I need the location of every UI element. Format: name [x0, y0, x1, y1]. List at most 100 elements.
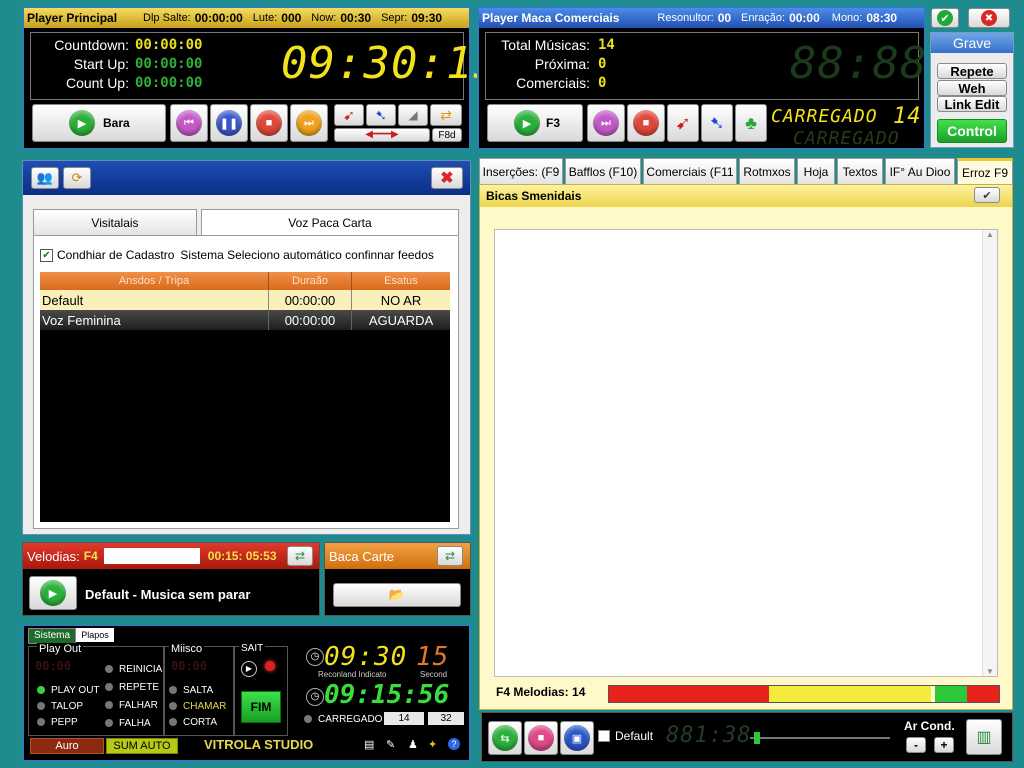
folder-icon: 📂	[388, 587, 406, 602]
arrow-red-button[interactable]: ➹	[334, 104, 364, 126]
column-header[interactable]: Ansdos / Tripa	[40, 272, 269, 290]
volume-thumb[interactable]	[754, 732, 760, 744]
sum-auto-button[interactable]: SUM AUTO	[106, 738, 178, 754]
next-button[interactable]: ⏭	[290, 104, 328, 142]
weh-button[interactable]: Weh	[937, 80, 1007, 96]
tab-bafflos[interactable]: Bafflos (F10)	[565, 158, 641, 184]
swap-button[interactable]: ⇄	[430, 104, 462, 126]
tab-textos[interactable]: Textos	[837, 158, 883, 184]
status-label: Sepr:	[381, 12, 408, 24]
playout-title: Play Out	[37, 643, 84, 655]
plus-button[interactable]: +	[934, 737, 954, 753]
totals-box: Total Músicas: Próxima: Comerciais: 14 0…	[485, 32, 926, 100]
pause-button[interactable]: ❚❚	[210, 104, 248, 142]
minus-button[interactable]: -	[906, 737, 926, 753]
confirm-button[interactable]: ✔	[931, 8, 959, 28]
equalizer-button[interactable]: ▥	[966, 719, 1002, 755]
search-people-button[interactable]: 👥	[31, 167, 59, 189]
tab-erroz[interactable]: Erroz F9	[957, 158, 1013, 184]
close-window-button[interactable]: ✖	[431, 167, 463, 189]
help-icon[interactable]: ?	[448, 738, 460, 750]
stop-button[interactable]: ■	[524, 721, 558, 755]
velodias-mix-button[interactable]: ⇄	[287, 546, 313, 566]
fader-button[interactable]: ◀━━━▶	[334, 128, 430, 142]
bulb-icon[interactable]: ✦	[428, 738, 437, 751]
tab-rotmxos[interactable]: Rotmxos	[739, 158, 795, 184]
table-row[interactable]: Default 00:00:00 NO AR	[40, 290, 450, 310]
record-indicator-icon	[265, 661, 275, 671]
playout-option[interactable]: PEPP	[37, 715, 100, 731]
refresh-button[interactable]: ⟳	[63, 167, 91, 189]
fim-button[interactable]: FIM	[241, 691, 281, 723]
meter-red-segment	[609, 686, 769, 702]
arrow-blue-icon: ➷	[709, 112, 725, 133]
countup-label: Count Up:	[65, 75, 129, 91]
mix-icon: ⇄	[294, 549, 306, 563]
cadastro-checkbox[interactable]: ✔	[40, 248, 53, 262]
bicas-content-area[interactable]: ▲ ▼	[494, 229, 998, 677]
velodias-track: Default - Musica sem parar	[85, 587, 251, 602]
ramp-button[interactable]: ◢	[398, 104, 428, 126]
arrow-red-icon: ➹	[343, 106, 355, 123]
table-row[interactable]: Voz Feminina 00:00:00 AGUARDA	[40, 310, 450, 330]
arrow-blue-icon: ➷	[375, 106, 387, 123]
total-label: Total Músicas:	[501, 37, 590, 53]
count-a: 14	[384, 712, 424, 725]
playout-option[interactable]: PLAY OUT	[37, 683, 100, 699]
sait-play-icon[interactable]: ▶	[241, 661, 257, 677]
tab-voz-paca-carta[interactable]: Voz Paca Carta	[201, 209, 459, 235]
carregado-option[interactable]: CARREGADO	[304, 714, 382, 725]
misco-option[interactable]: SALTA	[169, 683, 226, 699]
scroll-down-icon[interactable]: ▼	[983, 667, 997, 676]
volume-slider[interactable]	[750, 732, 890, 744]
tab-insercoes[interactable]: Inserções: (F9	[479, 158, 563, 184]
arrow-blue-button[interactable]: ➷	[701, 104, 733, 142]
tab-hoja[interactable]: Hoja	[797, 158, 835, 184]
tools-icon[interactable]: ▤	[364, 738, 374, 751]
arrow-red-button[interactable]: ➹	[667, 104, 699, 142]
misco-option[interactable]: CORTA	[169, 715, 226, 731]
previous-button[interactable]: ⏮	[170, 104, 208, 142]
default-option[interactable]: Default	[598, 729, 653, 743]
scrollbar[interactable]: ▲ ▼	[982, 230, 997, 676]
users-icon[interactable]: ♟	[408, 738, 418, 751]
stop-button[interactable]: ■	[250, 104, 288, 142]
tab-comerciais[interactable]: Comerciais (F11	[643, 158, 737, 184]
playout-option[interactable]: FALHAR	[105, 697, 162, 715]
column-header[interactable]: Esatus	[352, 272, 451, 290]
people-button[interactable]: ♣	[735, 104, 767, 142]
playout-option[interactable]: FALHA	[105, 715, 162, 733]
playout-option[interactable]: REPETE	[105, 679, 162, 697]
playout-option[interactable]: TALOP	[37, 699, 100, 715]
f3-play-button[interactable]: ▶ F3	[487, 104, 583, 142]
f8d-button[interactable]: F8d	[432, 128, 462, 142]
link-edit-button[interactable]: Link Edit	[937, 96, 1007, 112]
save-button[interactable]: ▣	[560, 721, 594, 755]
arrow-blue-button[interactable]: ➷	[366, 104, 396, 126]
play-button[interactable]: ▶ Bara	[32, 104, 166, 142]
default-checkbox[interactable]	[598, 730, 610, 742]
tab-audio[interactable]: IF° Au Dioo	[885, 158, 955, 184]
velodias-input[interactable]	[103, 548, 200, 564]
column-header[interactable]: Durаão	[268, 272, 352, 290]
scroll-up-icon[interactable]: ▲	[983, 230, 997, 239]
tab-visitalais[interactable]: Visitalais	[33, 209, 197, 235]
control-button[interactable]: Control	[937, 119, 1007, 143]
tab-plapos[interactable]: Plapos	[76, 628, 114, 642]
next-button[interactable]: ⏭	[587, 104, 625, 142]
velodias-play-button[interactable]: ▶	[29, 576, 77, 610]
close-icon: ✖	[981, 10, 997, 26]
cancel-button[interactable]: ✖	[968, 8, 1010, 28]
auro-button[interactable]: Auro	[30, 738, 104, 754]
stop-button[interactable]: ■	[627, 104, 665, 142]
tab-sistema[interactable]: Sistema	[28, 628, 76, 644]
baca-carte-mix-button[interactable]: ⇄	[437, 546, 463, 566]
open-folder-button[interactable]: 📂	[333, 583, 461, 607]
misco-option[interactable]: CHAMAR	[169, 699, 226, 715]
edit-icon[interactable]: ✎	[386, 738, 395, 751]
repete-button[interactable]: Repete	[937, 63, 1007, 79]
bicas-check-button[interactable]: ✔	[974, 187, 1000, 203]
playout-option[interactable]: REINICIA	[105, 661, 162, 679]
main-clock: 09:30:15	[281, 38, 501, 89]
sync-button[interactable]: ⇆	[488, 721, 522, 755]
